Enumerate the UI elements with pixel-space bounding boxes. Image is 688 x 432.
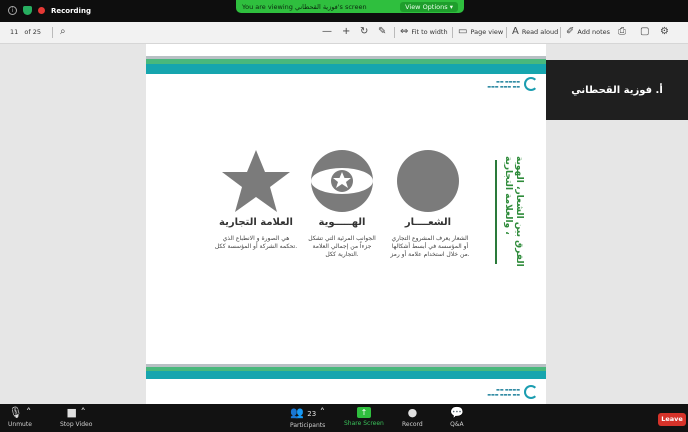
participant-name: أ. فوزية القحطاني — [571, 84, 663, 96]
participants-icon: 👥 23 ˄ — [290, 406, 326, 419]
video-camera-icon: ■ ˄ — [66, 406, 86, 419]
draw-icon: ✎ — [378, 26, 387, 37]
zoom-window: i Recording You are viewing فوزية القحطا… — [0, 0, 688, 432]
draw-button[interactable]: ✎ — [378, 27, 386, 37]
participants-label: Participants — [290, 422, 326, 429]
add-notes-label: Add notes — [577, 28, 611, 36]
top-teal-band — [146, 64, 546, 74]
identity-title: الهـــــوية — [318, 217, 366, 228]
footer-logo-icon — [524, 385, 538, 399]
slide-page: ▬▬ ▬▬▬▬ ▬▬▬ ▬▬▬ ▬▬ العلامة التجارية الهــ… — [146, 44, 546, 404]
shield-icon[interactable] — [23, 6, 32, 15]
logo-icon — [524, 77, 538, 91]
logo-description: الشعار يعرف المشروع التجاري أو المؤسسة ف… — [390, 235, 470, 258]
page-view-icon: ▭ — [458, 26, 468, 37]
fit-width-icon: ⇔ — [400, 26, 409, 37]
viewing-banner: You are viewing فوزية القحطاني's screen … — [236, 0, 464, 13]
gear-icon: ⚙ — [660, 26, 669, 37]
zoom-in-button[interactable]: + — [342, 27, 350, 37]
zoom-top-bar: i Recording You are viewing فوزية القحطا… — [0, 0, 688, 22]
identity-icon — [311, 150, 373, 212]
participant-video-tile[interactable]: أ. فوزية القحطاني — [546, 60, 688, 120]
logo-text: ▬▬ ▬▬▬▬ ▬▬▬ ▬▬▬ ▬▬ — [487, 79, 520, 89]
qa-label: Q&A — [450, 421, 464, 428]
toolbar-divider — [506, 27, 507, 38]
footer-logo-text: ▬▬ ▬▬▬▬ ▬▬▬ ▬▬▬ ▬▬ — [487, 387, 520, 397]
header-logo: ▬▬ ▬▬▬▬ ▬▬▬ ▬▬▬ ▬▬ — [487, 77, 538, 91]
add-notes-button[interactable]: ✐ Add notes — [566, 27, 610, 37]
stop-video-button[interactable]: ■ ˄ Stop Video — [60, 406, 93, 429]
bottom-teal-band — [146, 371, 546, 379]
add-notes-icon: ✐ — [566, 26, 575, 37]
stop-video-label: Stop Video — [60, 421, 93, 428]
logo-circle-icon — [397, 150, 459, 212]
page-total: of 25 — [24, 28, 41, 36]
toolbar-divider — [452, 27, 453, 38]
slide-vertical-title: الفرق بين الشعار، الهوية ، والعلامة التج… — [503, 156, 524, 267]
pdf-toolbar: 11 of 25 ⌕ — + ↻ ✎ ⇔ Fit to width ▭ Page… — [0, 22, 688, 44]
save-icon: ▢ — [640, 26, 650, 37]
unmute-label: Unmute — [8, 421, 32, 428]
star-icon — [222, 150, 290, 212]
minus-icon: — — [322, 26, 332, 37]
brand-title: العلامة التجارية — [219, 217, 293, 228]
save-button[interactable]: ▢ — [640, 27, 649, 37]
settings-button[interactable]: ⚙ — [660, 27, 669, 37]
footer-logo: ▬▬ ▬▬▬▬ ▬▬▬ ▬▬▬ ▬▬ — [487, 385, 538, 399]
search-button[interactable]: ⌕ — [60, 27, 66, 37]
page-current-input[interactable]: 11 — [10, 28, 18, 36]
read-aloud-button[interactable]: A Read aloud — [512, 27, 558, 37]
vertical-divider — [495, 160, 497, 264]
participants-count: 23 — [307, 410, 317, 418]
page-indicator: 11 of 25 — [10, 28, 41, 36]
view-options-button[interactable]: View Options ▾ — [400, 1, 458, 12]
unmute-button[interactable]: 🎙 ˄ Unmute — [8, 406, 32, 429]
identity-description: الجوانب المرئية التي تشكل جزءاً من إجمال… — [308, 235, 376, 258]
qa-icon: 💬 — [450, 406, 464, 419]
microphone-muted-icon: 🎙 ˄ — [8, 406, 32, 419]
read-aloud-icon: A — [512, 26, 519, 37]
print-icon: ⎙ — [618, 26, 626, 37]
viewing-banner-text: You are viewing فوزية القحطاني's screen — [242, 2, 367, 11]
rotate-icon: ↻ — [360, 26, 369, 37]
share-screen-icon: ↑ — [356, 407, 371, 418]
toolbar-divider — [52, 27, 53, 38]
print-button[interactable]: ⎙ — [618, 27, 626, 37]
rotate-button[interactable]: ↻ — [360, 27, 368, 37]
recording-indicator: i Recording — [8, 6, 91, 15]
page-view-button[interactable]: ▭ Page view — [458, 27, 503, 37]
info-icon[interactable]: i — [8, 6, 17, 15]
plus-icon: + — [342, 26, 351, 37]
read-aloud-label: Read aloud — [521, 28, 559, 36]
share-screen-button[interactable]: ↑ Share Screen — [344, 407, 384, 427]
logo-title: الشعــــار — [404, 217, 452, 228]
search-icon: ⌕ — [60, 26, 66, 37]
record-dot-icon — [38, 7, 45, 14]
record-label: Record — [402, 421, 423, 428]
toolbar-divider — [394, 27, 395, 38]
fit-to-width-button[interactable]: ⇔ Fit to width — [400, 27, 448, 37]
record-button[interactable]: ● Record — [402, 406, 423, 429]
recording-label: Recording — [51, 6, 91, 15]
toolbar-divider — [560, 27, 561, 38]
fit-to-width-label: Fit to width — [411, 28, 448, 36]
participants-button[interactable]: 👥 23 ˄ Participants — [290, 406, 326, 430]
zoom-controls-bar: 🎙 ˄ Unmute ■ ˄ Stop Video 👥 23 ˄ Partici… — [0, 404, 688, 432]
leave-button[interactable]: Leave — [658, 413, 686, 426]
share-screen-label: Share Screen — [344, 420, 384, 427]
zoom-out-button[interactable]: — — [322, 27, 332, 37]
qa-button[interactable]: 💬 Q&A — [450, 406, 464, 429]
brand-description: هي الصورة و الانطباع الذي تحكمه الشركة أ… — [214, 235, 298, 250]
record-icon: ● — [407, 406, 418, 419]
page-view-label: Page view — [470, 28, 504, 36]
